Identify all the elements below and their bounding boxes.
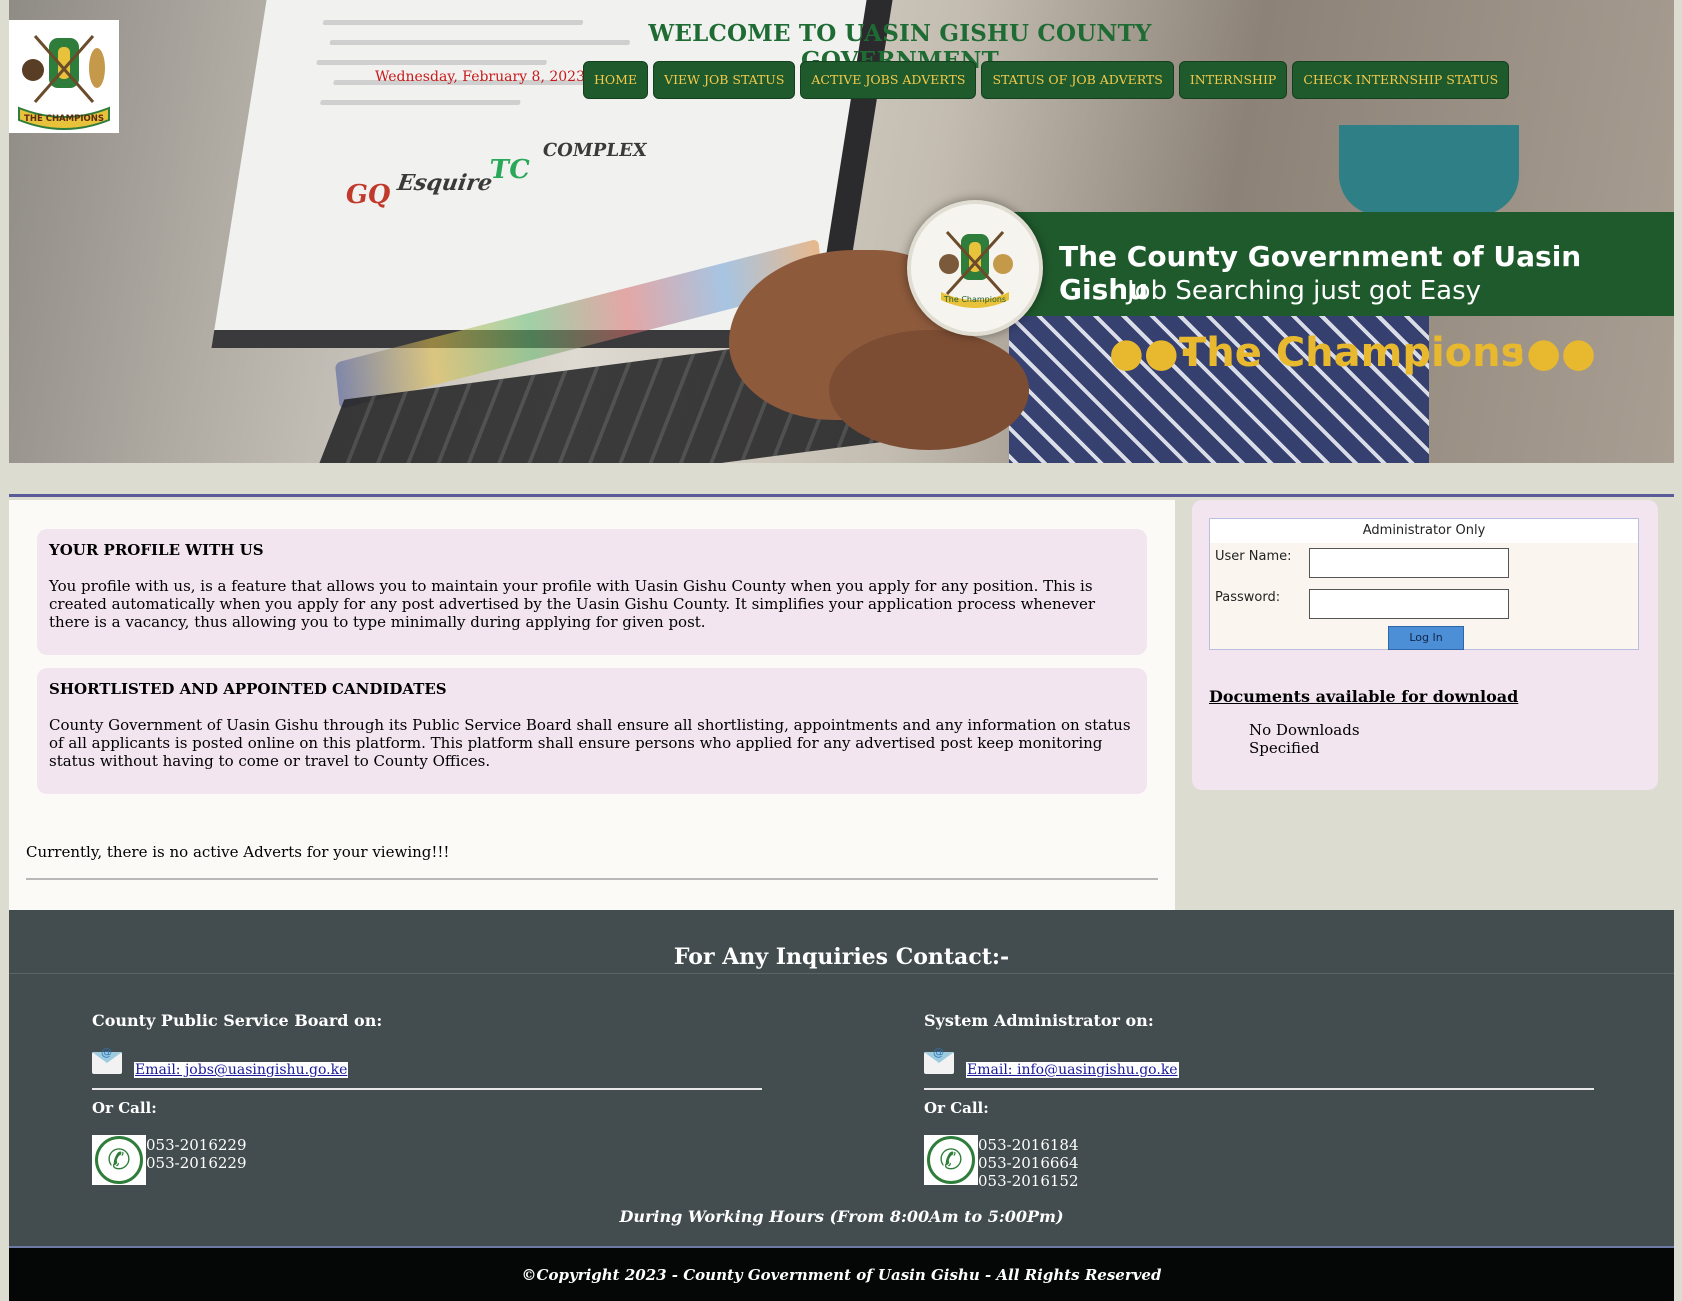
divider (9, 494, 1674, 497)
shortlist-card: SHORTLISTED AND APPOINTED CANDIDATES Cou… (37, 668, 1147, 794)
right-or-call-label: Or Call: (924, 1099, 989, 1117)
phone-number: 053-2016229 (146, 1154, 247, 1172)
right-email-link[interactable]: Email: info@uasingishu.go.ke (966, 1062, 1179, 1078)
profile-card-body: You profile with us, is a feature that a… (49, 577, 1096, 631)
divider (92, 1088, 762, 1090)
working-hours: During Working Hours (From 8:00Am to 5:0… (619, 1207, 1064, 1226)
nav-check-internship-status-button[interactable]: CHECK INTERNSHIP STATUS (1292, 61, 1510, 99)
screen-brand-esquire: Esquire (395, 170, 495, 196)
email-icon: @ (92, 1046, 122, 1074)
county-logo[interactable]: THE CHAMPIONS (9, 20, 119, 133)
username-input[interactable] (1309, 548, 1509, 578)
sidebar: Administrator Only User Name: Password: … (1192, 500, 1658, 790)
left-phone-list: 053-2016229 053-2016229 (146, 1136, 247, 1172)
shortlist-card-heading: SHORTLISTED AND APPOINTED CANDIDATES (49, 680, 447, 698)
nav-internship-button[interactable]: INTERNSHIP (1178, 61, 1288, 99)
phone-number: 053-2016152 (978, 1172, 1079, 1190)
screen-brand-gq: GQ (343, 180, 393, 210)
left-or-call-label: Or Call: (92, 1099, 157, 1117)
divider (26, 878, 1158, 880)
emblem-caption: The Champions (943, 295, 1006, 304)
coffee-cup-image (1339, 125, 1519, 215)
footer-title: For Any Inquiries Contact:- (673, 944, 1010, 970)
downloads-title: Documents available for download (1209, 687, 1519, 706)
screen-brand-tc: TC (487, 155, 533, 185)
phone-number: 053-2016664 (978, 1154, 1079, 1172)
copyright-bar: ©Copyright 2023 - County Government of U… (9, 1246, 1674, 1301)
profile-card: YOUR PROFILE WITH US You profile with us… (37, 529, 1147, 655)
nav-active-jobs-adverts-button[interactable]: ACTIVE JOBS ADVERTS (800, 61, 977, 99)
username-label: User Name: (1215, 549, 1292, 564)
password-label: Password: (1215, 590, 1281, 605)
nav-home-button[interactable]: HOME (583, 61, 649, 99)
nav-view-job-status-button[interactable]: VIEW JOB STATUS (653, 61, 796, 99)
left-contact-heading: County Public Service Board on: (92, 1011, 383, 1030)
county-emblem-icon: The Champions (907, 200, 1043, 336)
hand-image (829, 330, 1029, 450)
right-contact-heading: System Administrator on: (924, 1011, 1154, 1030)
current-date: Wednesday, February 8, 2023 | | (375, 69, 604, 85)
copyright-text: ©Copyright 2023 - County Government of U… (521, 1266, 1162, 1284)
login-button[interactable]: Log In (1388, 626, 1464, 650)
admin-login-form: Administrator Only User Name: Password: … (1209, 518, 1639, 650)
logo-caption: THE CHAMPIONS (24, 114, 104, 124)
main-nav: HOME VIEW JOB STATUS ACTIVE JOBS ADVERTS… (583, 61, 1510, 99)
phone-icon: ✆ (92, 1135, 146, 1185)
phone-number: 053-2016229 (146, 1136, 247, 1154)
screen-brand-complex: COMPLEX (541, 140, 649, 161)
main-content: YOUR PROFILE WITH US You profile with us… (9, 500, 1175, 910)
divider (924, 1088, 1594, 1090)
divider (9, 973, 1674, 974)
footer: For Any Inquiries Contact:- County Publi… (9, 910, 1674, 1246)
right-phone-list: 053-2016184 053-2016664 053-2016152 (978, 1136, 1079, 1190)
email-icon: @ (924, 1046, 954, 1074)
left-email-link[interactable]: Email: jobs@uasingishu.go.ke (134, 1062, 349, 1078)
phone-icon: ✆ (924, 1135, 978, 1185)
no-adverts-message: Currently, there is no active Adverts fo… (26, 843, 450, 861)
banner-subtitle: Job Searching just got Easy (1127, 276, 1482, 306)
shortlist-card-body: County Government of Uasin Gishu through… (49, 716, 1131, 770)
downloads-empty-message: No Downloads Specified (1249, 721, 1360, 757)
phone-number: 053-2016184 (978, 1136, 1079, 1154)
password-input[interactable] (1309, 589, 1509, 619)
nav-status-of-job-adverts-button[interactable]: STATUS OF JOB ADVERTS (981, 61, 1174, 99)
login-heading: Administrator Only (1210, 519, 1638, 543)
decorative-dots-right: ·●● (1511, 330, 1596, 376)
profile-card-heading: YOUR PROFILE WITH US (49, 541, 264, 559)
